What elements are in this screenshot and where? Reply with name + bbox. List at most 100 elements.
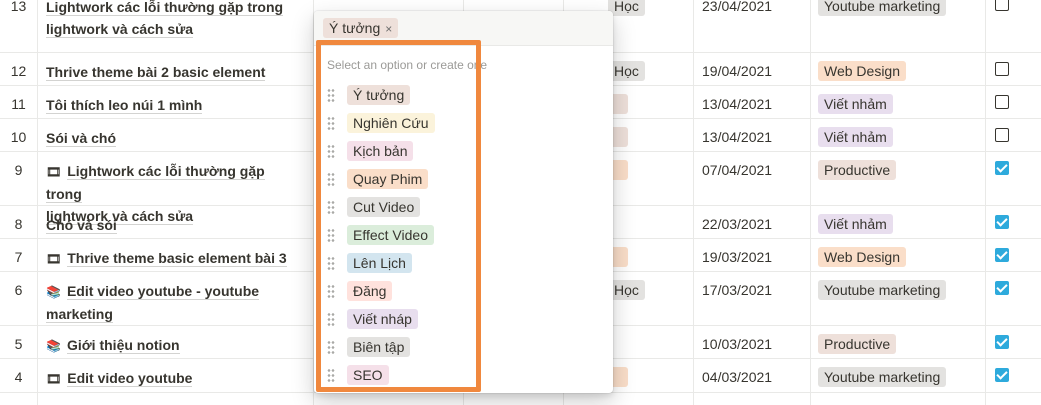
row-number: 9 xyxy=(14,162,23,178)
row-date: 10/03/2021 xyxy=(702,336,773,352)
row-date: 23/04/2021 xyxy=(702,0,773,14)
project-tag[interactable]: Youtube marketing xyxy=(818,280,947,300)
done-checkbox[interactable] xyxy=(995,335,1009,349)
row-title-line1: Thrive theme basic element bài 3 xyxy=(67,250,287,267)
row-title[interactable]: 🎞 Thrive theme basic element bài 3 xyxy=(46,247,296,270)
row-number: 7 xyxy=(14,249,23,265)
select-option-item[interactable]: Nghiên Cứu xyxy=(314,110,613,138)
drag-handle-icon[interactable] xyxy=(327,172,335,186)
drag-handle-icon[interactable] xyxy=(327,200,335,214)
option-tag: Cut Video xyxy=(347,197,421,217)
row-title[interactable]: 📚 Giới thiệu notion xyxy=(46,334,296,357)
row-date: 13/04/2021 xyxy=(702,129,773,145)
select-option-item[interactable]: Biên tập xyxy=(314,334,613,362)
option-tag: Đăng xyxy=(347,281,393,301)
project-tag[interactable]: Viết nhảm xyxy=(818,127,893,147)
project-tag[interactable]: Youtube marketing xyxy=(818,367,947,387)
done-checkbox[interactable] xyxy=(995,248,1009,262)
done-checkbox[interactable] xyxy=(995,128,1009,142)
page-icon: 📚 xyxy=(46,339,61,353)
status-tag-label: Học xyxy=(614,0,639,14)
row-number: 4 xyxy=(14,369,23,385)
remove-tag-icon[interactable]: × xyxy=(385,22,392,36)
row-title-line1: Chó và sói xyxy=(46,217,117,234)
row-date: 17/03/2021 xyxy=(702,282,773,298)
selected-options-bar[interactable]: Ý tưởng × xyxy=(314,11,613,46)
row-number: 5 xyxy=(14,336,23,352)
drag-handle-icon[interactable] xyxy=(327,284,335,298)
select-option-item[interactable]: Ý tưởng xyxy=(314,82,613,110)
project-tag[interactable]: Web Design xyxy=(818,247,907,267)
select-option-item[interactable]: Cut Video xyxy=(314,194,613,222)
status-tag[interactable]: Học xyxy=(608,280,645,300)
option-tag: Nghiên Cứu xyxy=(347,113,435,133)
row-title[interactable]: Tôi thích leo núi 1 mình xyxy=(46,94,296,116)
row-title-line2: marketing xyxy=(46,306,113,323)
select-option-item[interactable]: Quay Phim xyxy=(314,166,613,194)
row-title[interactable]: Lightwork các lỗi thường gặp trong lightw… xyxy=(46,0,296,40)
select-option-item[interactable]: Viết nháp xyxy=(314,306,613,334)
project-tag[interactable]: Productive xyxy=(818,160,897,180)
done-checkbox[interactable] xyxy=(995,0,1009,11)
select-option-item[interactable]: Lên Lịch xyxy=(314,250,613,278)
drag-handle-icon[interactable] xyxy=(327,256,335,270)
row-title[interactable]: 📚 Edit video youtube - youtube marketing xyxy=(46,280,296,325)
done-checkbox[interactable] xyxy=(995,161,1009,175)
page-icon: 🎞 xyxy=(46,165,62,179)
selected-tag-chip: Ý tưởng × xyxy=(323,18,399,38)
row-date: 22/03/2021 xyxy=(702,216,773,232)
drag-handle-icon[interactable] xyxy=(327,340,335,354)
drag-handle-icon[interactable] xyxy=(327,116,335,130)
row-number: 13 xyxy=(10,0,27,14)
page-icon: 📚 xyxy=(46,285,61,299)
project-tag[interactable]: Productive xyxy=(818,334,897,354)
row-title-line1: Giới thiệu notion xyxy=(66,337,180,354)
page-icon: 🎞 xyxy=(46,372,62,386)
row-title-line2: lightwork và cách sửa xyxy=(46,21,194,38)
done-checkbox[interactable] xyxy=(995,281,1009,295)
row-number: 8 xyxy=(14,216,23,232)
status-tag-label: Học xyxy=(614,63,639,79)
drag-handle-icon[interactable] xyxy=(327,228,335,242)
status-tag[interactable]: Học xyxy=(608,61,645,81)
option-tag: Viết nháp xyxy=(347,309,418,329)
select-option-item[interactable]: Kịch bản xyxy=(314,138,613,166)
select-option-item[interactable]: SEO xyxy=(314,362,613,390)
row-date: 19/03/2021 xyxy=(702,249,773,265)
row-title-line1: Lightwork các lỗi thường gặp trong xyxy=(46,163,265,203)
row-title-line1: Edit video youtube xyxy=(67,370,193,387)
done-checkbox[interactable] xyxy=(995,215,1009,229)
option-tag: Quay Phim xyxy=(347,169,429,189)
drag-handle-icon[interactable] xyxy=(327,144,335,158)
row-title[interactable]: 🎞 Edit video youtube xyxy=(46,367,296,390)
popup-hint: Select an option or create one xyxy=(327,58,488,72)
drag-handle-icon[interactable] xyxy=(327,312,335,326)
select-option-item[interactable]: Effect Video xyxy=(314,222,613,250)
status-tag-label: Học xyxy=(614,282,639,298)
row-title[interactable]: Sói và chó xyxy=(46,127,296,149)
row-title-line1: Lightwork các lỗi thường gặp trong xyxy=(46,0,284,16)
drag-handle-icon[interactable] xyxy=(327,88,335,102)
option-tag: SEO xyxy=(347,365,389,385)
project-tag[interactable]: Youtube marketing xyxy=(818,0,947,16)
status-tag[interactable]: Học xyxy=(608,0,645,16)
row-title[interactable]: Chó và sói xyxy=(46,214,296,236)
done-checkbox[interactable] xyxy=(995,368,1009,382)
project-tag[interactable]: Viết nhảm xyxy=(818,94,893,114)
done-checkbox[interactable] xyxy=(995,95,1009,109)
row-date: 19/04/2021 xyxy=(702,63,773,79)
page-icon: 🎞 xyxy=(46,252,62,266)
row-date: 07/04/2021 xyxy=(702,162,773,178)
row-number: 12 xyxy=(10,63,27,79)
row-number: 6 xyxy=(14,282,23,298)
row-title-line1: Thrive theme bài 2 basic element xyxy=(46,64,266,81)
select-option-item[interactable]: Đăng xyxy=(314,278,613,306)
option-tag: Effect Video xyxy=(347,225,434,245)
row-title[interactable]: Thrive theme bài 2 basic element xyxy=(46,61,296,83)
project-tag[interactable]: Viết nhảm xyxy=(818,214,893,234)
row-number: 10 xyxy=(10,129,27,145)
drag-handle-icon[interactable] xyxy=(327,368,335,382)
done-checkbox[interactable] xyxy=(995,62,1009,76)
project-tag[interactable]: Web Design xyxy=(818,61,907,81)
row-date: 04/03/2021 xyxy=(702,369,773,385)
